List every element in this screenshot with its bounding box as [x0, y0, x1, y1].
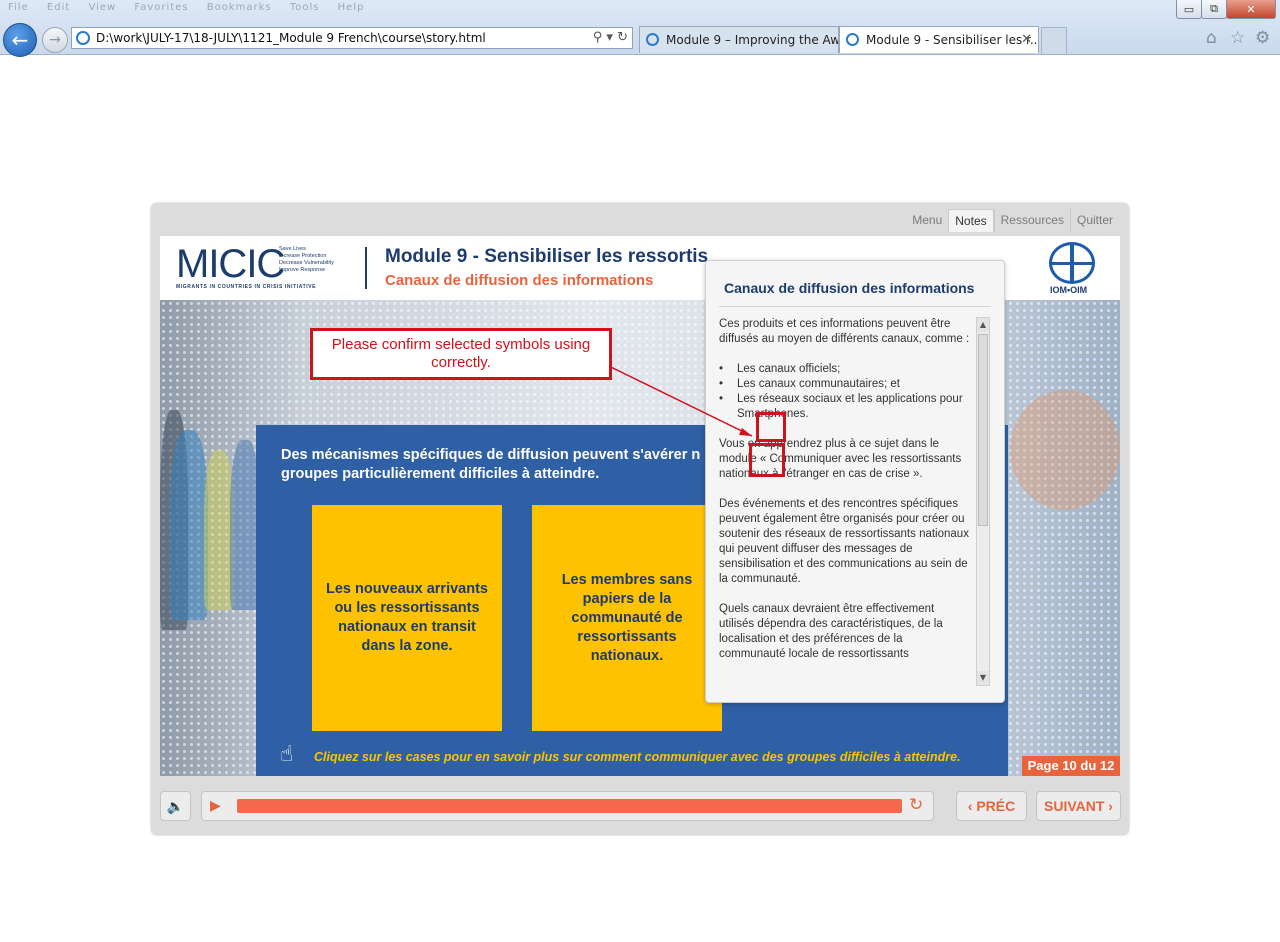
ie-page-icon — [76, 31, 90, 45]
volume-icon[interactable]: 🔈 — [160, 791, 191, 821]
iom-globe-icon — [1049, 242, 1095, 284]
chevron-left-icon: ‹ — [967, 798, 977, 814]
forward-arrow-icon[interactable]: → — [42, 27, 68, 53]
tab-2-label: Module 9 - Sensibiliser les r... — [866, 33, 1039, 47]
notes-intro: Ces produits et ces informations peuvent… — [719, 318, 970, 345]
notes-paragraph-4: Quels canaux devraient être effectivemen… — [719, 603, 943, 660]
card-undocumented-label: Les membres sans papiers de la communaut… — [561, 571, 693, 664]
nav-ressources[interactable]: Ressources — [993, 209, 1070, 232]
scroll-down-arrow-icon[interactable]: ▼ — [977, 671, 989, 685]
replay-icon[interactable]: ↻ — [909, 795, 923, 815]
scroll-thumb[interactable] — [978, 334, 988, 526]
menu-view[interactable]: View — [88, 2, 116, 13]
menu-favorites[interactable]: Favorites — [134, 2, 188, 13]
card-undocumented[interactable]: Les membres sans papiers de la communaut… — [532, 505, 722, 731]
notes-body: Ces produits et ces informations peuvent… — [719, 317, 971, 687]
menu-bookmarks[interactable]: Bookmarks — [207, 2, 272, 13]
module-title: Module 9 - Sensibiliser les ressortis — [385, 246, 709, 267]
notes-panel: Canaux de diffusion des informations Ces… — [705, 260, 1005, 703]
micic-logo-text: MICIC — [176, 242, 285, 286]
favorites-star-icon[interactable]: ☆ — [1230, 28, 1245, 48]
browser-tab-2[interactable]: Module 9 - Sensibiliser les r... ✕ — [839, 26, 1039, 53]
next-label: SUIVANT — [1044, 798, 1105, 814]
notes-title: Canaux de diffusion des informations — [724, 280, 975, 296]
play-icon[interactable]: ▶ — [210, 798, 221, 814]
annotation-highlight-close-guillemet — [749, 443, 785, 477]
seekbar-area: ▶ ↻ — [201, 791, 934, 821]
tab-1-label: Module 9 – Improving the Awa... — [666, 33, 838, 47]
home-icon[interactable]: ⌂ — [1206, 28, 1217, 48]
minimize-button[interactable]: ▭ — [1176, 0, 1202, 19]
prev-label: PRÉC — [976, 798, 1016, 814]
address-bar[interactable]: D:\work\JULY-17\18-JULY\1121_Module 9 Fr… — [71, 27, 633, 49]
notes-scrollbar[interactable]: ▲ ▼ — [976, 317, 990, 686]
new-tab-button[interactable] — [1041, 27, 1067, 54]
menu-tools[interactable]: Tools — [290, 2, 320, 13]
browser-chrome: File Edit View Favorites Bookmarks Tools… — [0, 0, 1280, 57]
background-person — [1010, 390, 1120, 510]
micic-subtitle: MIGRANTS IN COUNTRIES IN CRISIS INITIATI… — [176, 284, 317, 290]
iom-logo: IOM•OIM — [1044, 242, 1104, 298]
card-newcomers-label: Les nouveaux arrivants ou les ressortiss… — [326, 581, 488, 654]
page-indicator: Page 10 du 12 — [1022, 756, 1120, 776]
close-window-button[interactable]: ✕ — [1226, 0, 1276, 19]
gear-icon[interactable]: ⚙ — [1255, 28, 1270, 48]
ie-tab-icon — [646, 33, 659, 46]
click-hand-icon: ☝ — [280, 742, 294, 767]
annotation-highlight-open-guillemet — [756, 412, 786, 442]
module-subtitle: Canaux de diffusion des informations — [385, 272, 654, 289]
background-person — [170, 430, 208, 620]
scroll-up-arrow-icon[interactable]: ▲ — [977, 318, 989, 332]
course-player: Menu Notes Ressources Quitter MICIC Save… — [151, 203, 1129, 835]
close-tab-icon[interactable]: ✕ — [1021, 32, 1032, 47]
review-annotation-box: Please confirm selected symbols using co… — [310, 328, 612, 380]
slide-area: MICIC Save Lives Increase Protection Dec… — [160, 236, 1120, 776]
nav-menu[interactable]: Menu — [906, 209, 948, 232]
browser-menubar: File Edit View Favorites Bookmarks Tools… — [8, 2, 378, 13]
menu-file[interactable]: File — [8, 2, 29, 13]
player-top-nav: Menu Notes Ressources Quitter — [906, 209, 1119, 232]
menu-help[interactable]: Help — [338, 2, 365, 13]
maximize-button[interactable]: ⧉ — [1201, 0, 1227, 19]
chevron-right-icon: › — [1104, 798, 1113, 814]
back-arrow-icon[interactable]: ← — [3, 23, 37, 57]
notes-list-item: Les canaux communautaires; et — [719, 377, 971, 392]
nav-notes[interactable]: Notes — [948, 209, 994, 232]
browser-tab-1[interactable]: Module 9 – Improving the Awa... — [639, 26, 839, 53]
prev-button[interactable]: ‹ PRÉC — [956, 791, 1027, 821]
ie-tab-icon — [846, 33, 859, 46]
menu-edit[interactable]: Edit — [47, 2, 70, 13]
next-button[interactable]: SUIVANT › — [1036, 791, 1121, 821]
micic-tagline: Save Lives Increase Protection Decrease … — [279, 246, 334, 273]
notes-paragraph-3: Des événements et des rencontres spécifi… — [719, 498, 969, 585]
iom-logo-text: IOM•OIM — [1050, 285, 1088, 295]
progress-bar[interactable] — [237, 799, 902, 813]
content-heading: Des mécanismes spécifiques de diffusion … — [281, 447, 701, 482]
notes-divider — [719, 306, 991, 307]
search-refresh-icon[interactable]: ⚲ ▾ ↻ — [593, 30, 628, 45]
micic-logo: MICIC Save Lives Increase Protection Dec… — [176, 244, 346, 292]
card-newcomers[interactable]: Les nouveaux arrivants ou les ressortiss… — [312, 505, 502, 731]
notes-list-item: Les canaux officiels; — [719, 362, 971, 377]
address-url: D:\work\JULY-17\18-JULY\1121_Module 9 Fr… — [96, 31, 486, 45]
instruction-text: Cliquez sur les cases pour en savoir plu… — [314, 750, 961, 764]
header-divider — [365, 247, 367, 289]
nav-quitter[interactable]: Quitter — [1069, 209, 1119, 232]
player-controls: 🔈 ▶ ↻ ‹ PRÉC SUIVANT › — [160, 791, 1121, 823]
